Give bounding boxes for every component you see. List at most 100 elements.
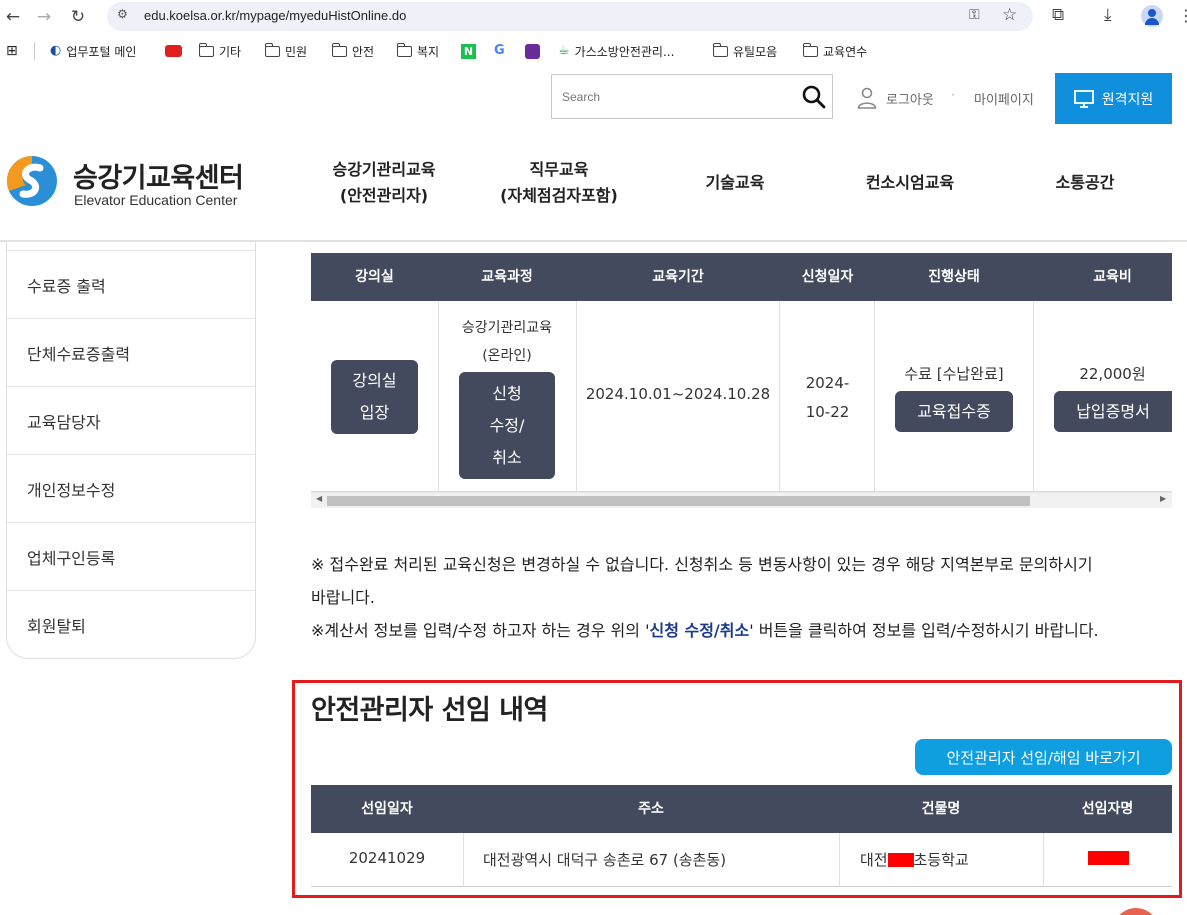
google-icon: G [494, 43, 505, 58]
section-title: 안전관리자 선임 내역 [311, 695, 548, 726]
gnb-label: 직무교육 [529, 160, 589, 179]
sidebar-item-group-certificate[interactable]: 단체수료증출력 [7, 318, 255, 386]
remote-support-button[interactable]: 원격지원 [1055, 73, 1172, 124]
bookmark-folder[interactable]: 민원 [265, 42, 307, 60]
youtube-icon [165, 45, 182, 57]
search-icon[interactable] [801, 84, 827, 110]
column-header: 주소 [638, 801, 664, 817]
building-name-part: 초등학교 [913, 851, 969, 869]
gnb-label: 승강기관리교육 [332, 160, 436, 179]
apps-grid-icon[interactable]: ⊞ [6, 42, 18, 60]
bookmark-folder[interactable]: 복지 [397, 42, 439, 60]
bookmark-folder[interactable]: 유틸모음 [713, 42, 777, 60]
column-header: 신청일자 [801, 269, 854, 285]
sidebar-item-job-post[interactable]: 업체구인등록 [7, 522, 255, 590]
building-name: 대전 초등학교 [860, 849, 969, 870]
enter-classroom-button[interactable]: 강의실 입장 [331, 360, 418, 434]
forward-arrow-icon[interactable]: → [33, 6, 55, 28]
appointment-shortcut-button[interactable]: 안전관리자 선임/해임 바로가기 [915, 739, 1172, 775]
scroll-right-arrow-icon[interactable]: ▶ [1160, 494, 1166, 503]
apply-date-part: 2024- [805, 374, 850, 392]
bookmark-folder[interactable]: 교육연수 [803, 42, 867, 60]
address-bar[interactable]: ⚙ edu.koelsa.or.kr/mypage/myeduHistOnlin… [107, 2, 1033, 31]
notice-change-policy: ※ 접수완료 처리된 교육신청은 변경하실 수 없습니다. 신청취소 등 변동사… [311, 555, 1093, 574]
search-input[interactable] [562, 87, 792, 107]
appointment-address: 대전광역시 대덕구 송촌로 67 (송촌동) [483, 851, 727, 869]
course-name: 승강기관리교육 (온라인) [438, 314, 576, 370]
table-row: 20241029 대전광역시 대덕구 송촌로 67 (송촌동) 대전 초등학교 [311, 833, 1172, 887]
folder-icon [397, 42, 412, 57]
bookmark-folder[interactable]: 기타 [199, 42, 241, 60]
bookmark-folder[interactable]: 안전 [332, 42, 374, 60]
gnb-item-consortium[interactable]: 컨소시엄교육 [862, 170, 958, 196]
mypage-link[interactable]: 마이페이지 [974, 89, 1034, 108]
gnb-label: 기술교육 [705, 173, 765, 192]
column-divider [1043, 833, 1044, 886]
bookmark-item[interactable] [525, 42, 540, 60]
bookmark-label: 유틸모음 [733, 44, 778, 59]
modify-cancel-button[interactable]: 신청 수정/ 취소 [459, 372, 555, 479]
reload-icon[interactable]: ↻ [67, 6, 89, 28]
scroll-top-button[interactable] [1113, 908, 1159, 915]
course-history-table: 강의실 교육과정 교육기간 신청일자 진행상태 교육비 강의실 입장 승강기관리… [311, 253, 1172, 492]
bookmark-item[interactable]: G [494, 42, 505, 60]
bookmark-item[interactable] [165, 42, 182, 60]
browser-toolbar: ← → ↻ ⚙ edu.koelsa.or.kr/mypage/myeduHis… [0, 0, 1187, 34]
site-search [551, 74, 833, 119]
folder-icon [713, 42, 728, 57]
notice-highlight: 신청 수정/취소 [649, 621, 750, 640]
sidebar-item-profile-edit[interactable]: 개인정보수정 [7, 454, 255, 522]
gnb-item-management[interactable]: 승강기관리교육 (안전관리자) [330, 157, 438, 209]
bookmarks-divider [34, 42, 35, 60]
logout-link[interactable]: 로그아웃 [886, 89, 934, 108]
password-key-icon[interactable]: ⚿ [969, 7, 980, 23]
notice-change-policy-cont: 바랍니다. [311, 588, 375, 607]
monitor-icon [1073, 89, 1094, 108]
sidebar-item-withdraw[interactable]: 회원탈퇴 [7, 590, 255, 658]
gnb-label: (안전관리자) [339, 186, 429, 205]
browser-menu-icon[interactable]: ⋮ [1178, 6, 1187, 25]
app-icon [525, 43, 540, 59]
button-label: 수정/ [489, 415, 525, 435]
bookmark-item[interactable]: N [461, 42, 476, 60]
gnb-label: 소통공간 [1055, 173, 1115, 192]
gnb-item-community[interactable]: 소통공간 [1053, 170, 1117, 196]
course-fee: 22,000원 [1079, 365, 1146, 383]
apply-date-part: 10-22 [805, 403, 850, 421]
bookmark-star-icon[interactable]: ☆ [1002, 5, 1017, 25]
globe-icon: ◐ [50, 43, 62, 58]
profile-avatar-icon[interactable] [1141, 5, 1163, 27]
scroll-left-arrow-icon[interactable]: ◀ [316, 494, 322, 503]
building-name-part: 대전 [860, 851, 888, 869]
download-icon[interactable]: ⤓ [1104, 5, 1112, 25]
column-divider [1033, 301, 1034, 492]
sidebar-item-manager[interactable]: 교육담당자 [7, 386, 255, 454]
bookmark-item[interactable]: ☕ 가스소방안전관리... [558, 42, 674, 60]
bookmark-label: 안전 [352, 44, 375, 59]
table-horizontal-scrollbar[interactable]: ◀ ▶ [311, 492, 1172, 508]
logo-icon[interactable] [6, 155, 58, 207]
extensions-icon[interactable]: ⧉ [1052, 5, 1064, 25]
button-label: 강의실 [352, 371, 397, 390]
button-label: 신청 [492, 383, 522, 403]
logo-title[interactable]: 승강기교육센터 [73, 156, 244, 195]
payment-certificate-button[interactable]: 납입증명서 [1054, 391, 1172, 432]
column-header: 건물명 [921, 801, 961, 817]
column-divider [463, 833, 464, 886]
gnb-item-job-training[interactable]: 직무교육 (자체점검자포함) [496, 157, 622, 209]
naver-icon: N [461, 43, 476, 59]
sidebar-item-certificate[interactable]: 수료증 출력 [7, 250, 255, 318]
util-separator: · [951, 88, 955, 102]
column-header: 교육기간 [652, 269, 704, 285]
gnb-item-tech-training[interactable]: 기술교육 [703, 170, 767, 196]
column-header: 선임일자 [361, 801, 413, 817]
column-header: 진행상태 [928, 269, 980, 285]
back-arrow-icon[interactable]: ← [2, 6, 24, 28]
site-settings-icon[interactable]: ⚙ [117, 7, 128, 21]
scrollbar-thumb[interactable] [327, 496, 1030, 506]
bookmark-item[interactable]: ◐ 업무포털 메인 [50, 42, 136, 60]
receipt-button[interactable]: 교육접수증 [895, 391, 1013, 432]
column-header: 선임자명 [1081, 801, 1134, 817]
appointee-name-redacted [1088, 851, 1129, 865]
course-period: 2024.10.01~2024.10.28 [585, 385, 771, 403]
